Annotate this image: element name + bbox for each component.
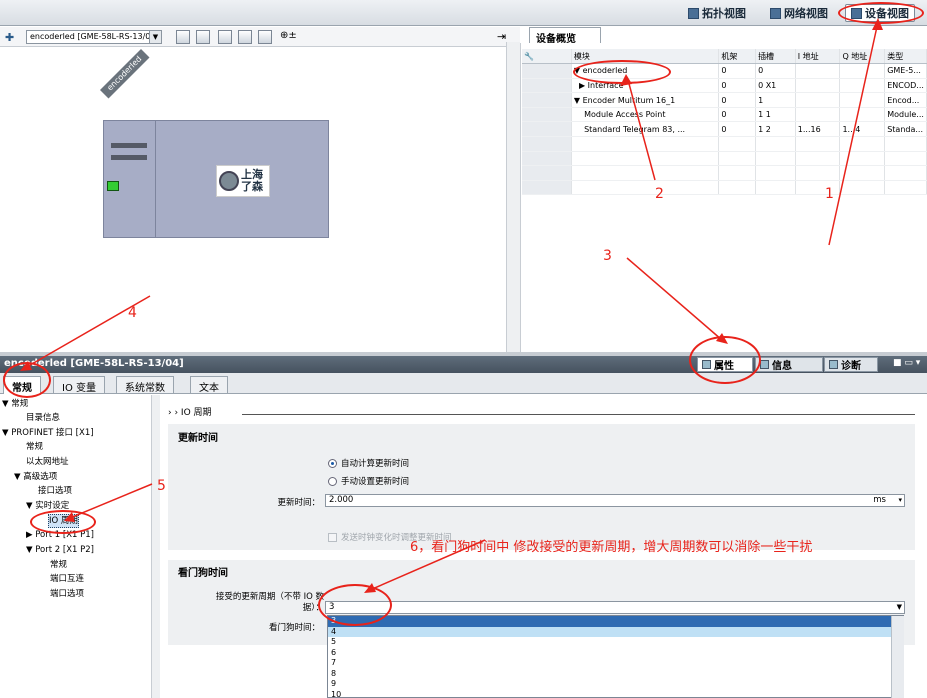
update-time-header: 更新时间 [178, 433, 218, 444]
tab-diagnostics[interactable]: 诊断 [824, 357, 878, 372]
tab-network-view[interactable]: 网络视图 [765, 4, 833, 22]
toolbar-button-2[interactable] [196, 30, 210, 44]
annotation-1: 1 [825, 186, 834, 202]
nav-scrollbar[interactable] [152, 395, 160, 698]
nav-item-port-interconnect[interactable]: 端口互连 [50, 573, 84, 585]
nav-item-ethernet[interactable]: 以太网地址 [26, 456, 69, 468]
module-divider [155, 121, 156, 237]
filter-icon[interactable]: 🔧 [522, 49, 572, 65]
logo-emblem-icon [219, 171, 239, 191]
table-row[interactable]: ▶ Interface 0 0 X1 ENCOD... [522, 78, 927, 94]
radio-manual-update[interactable]: 手动设置更新时间 [328, 475, 409, 487]
info-icon [760, 360, 769, 369]
watchdog-header: 看门狗时间 [178, 568, 228, 579]
toolbar-button-1[interactable] [176, 30, 190, 44]
vendor-logo: 上海 了森 [216, 165, 270, 197]
cycles-dropdown-list[interactable]: 3 4 5 6 7 8 9 10 [327, 615, 904, 698]
update-time-field[interactable]: 2.000 ms ▾ [325, 494, 905, 507]
dropdown-option[interactable]: 6 [328, 648, 903, 659]
col-rack[interactable]: 机架 [718, 49, 757, 65]
led-bar [111, 155, 147, 160]
table-header-row: 🔧 模块 机架 插槽 I 地址 Q 地址 类型 [522, 49, 927, 65]
accepted-cycles-select[interactable]: 3 ▼ [325, 601, 905, 614]
dropdown-option[interactable]: 9 [328, 679, 903, 690]
chevron-down-icon[interactable]: ▼ [149, 31, 161, 43]
col-type[interactable]: 类型 [884, 49, 927, 65]
update-time-section [168, 424, 915, 550]
toolbar-button-5[interactable] [258, 30, 272, 44]
dropdown-option[interactable]: 7 [328, 658, 903, 669]
annotation-3: 3 [603, 248, 612, 264]
dropdown-option[interactable]: 10 [328, 690, 903, 698]
property-nav-tree: ▼ 常规 目录信息 ▼ PROFINET 接口 [X1] 常规 以太网地址 ▼ … [0, 395, 152, 698]
col-i-address[interactable]: I 地址 [795, 49, 841, 65]
nav-item-port-options[interactable]: 端口选项 [50, 588, 84, 600]
topology-icon [688, 7, 699, 19]
update-time-label: 更新时间： [277, 498, 320, 508]
col-slot[interactable]: 插槽 [755, 49, 796, 65]
highlight-ellipse [3, 362, 51, 398]
ethernet-port-icon[interactable] [107, 181, 119, 191]
watchdog-time-label: 看门狗时间： [268, 623, 320, 633]
dropdown-option[interactable]: 8 [328, 669, 903, 680]
tab-topology-view[interactable]: 拓扑视图 [683, 4, 751, 22]
dropdown-option[interactable]: 5 [328, 637, 903, 648]
tab-texts[interactable]: 文本 [190, 376, 228, 394]
checkbox-icon[interactable] [328, 532, 337, 542]
device-select[interactable]: encoderled [GME-58L-RS-13/0 ▼ [26, 30, 162, 44]
radio-unselected-icon[interactable] [328, 476, 337, 486]
table-row[interactable]: Module Access Point 0 1 1 Module... [522, 107, 927, 123]
tab-info[interactable]: 信息 [755, 357, 823, 372]
tab-system-constants[interactable]: 系统常数 [116, 376, 174, 394]
highlight-ellipse [689, 336, 761, 384]
toolbar-button-4[interactable] [238, 30, 252, 44]
nav-item-advanced[interactable]: ▼ 高级选项 [14, 471, 57, 483]
zoom-icon[interactable]: ⊕± [280, 30, 297, 41]
nav-item-port2[interactable]: ▼ Port 2 [X1 P2] [26, 544, 94, 556]
dropdown-option[interactable]: 4 [328, 626, 903, 637]
nav-item-catalog-info[interactable]: 目录信息 [26, 412, 60, 424]
device-tree-icon[interactable]: ✚ [5, 31, 14, 44]
tab-io-tags[interactable]: IO 变量 [53, 376, 105, 394]
annotation-4: 4 [128, 305, 137, 321]
breadcrumb: › › IO 周期 [168, 408, 212, 418]
accepted-cycles-label: 接受的更新周期（不带 IO 数据）： [215, 592, 324, 613]
radio-auto-update[interactable]: 自动计算更新时间 [328, 457, 409, 469]
table-row[interactable]: Standard Telegram 83, ... 0 1 2 1...16 1...4… [522, 121, 927, 138]
annotation-5: 5 [157, 478, 166, 494]
table-row[interactable]: ▼ Encoder Multitum 16_1 0 1 Encod... [522, 92, 927, 108]
nav-item-profinet[interactable]: ▼ PROFINET 接口 [X1] [2, 427, 94, 439]
nav-item-general[interactable]: ▼ 常规 [2, 398, 28, 410]
tab-device-overview[interactable]: 设备概览 [529, 27, 601, 45]
spin-icon[interactable]: ▾ [898, 495, 902, 506]
radio-selected-icon[interactable] [328, 458, 337, 468]
highlight-ellipse [318, 584, 392, 626]
dropdown-option[interactable]: 3 [328, 616, 903, 627]
window-controls-icon[interactable]: ■ ▭ ▾ [893, 358, 920, 368]
led-bar [111, 143, 147, 148]
annotation-6: 6，看门狗时间中 修改接受的更新周期，增大周期数可以消除一些干扰 [410, 540, 813, 555]
divider [242, 414, 915, 415]
nav-item-port2-general[interactable]: 常规 [50, 559, 67, 571]
toolbar-button-3[interactable] [218, 30, 232, 44]
unit-label: ms [873, 495, 886, 505]
annotation-2: 2 [655, 186, 664, 202]
highlight-ellipse [573, 60, 671, 84]
canvas-scrollbar[interactable] [506, 42, 520, 352]
network-icon [770, 7, 781, 19]
diagnostics-icon [829, 360, 838, 369]
chevron-down-icon[interactable]: ▼ [897, 602, 902, 613]
highlight-ellipse [30, 510, 96, 534]
nav-item-interface-options[interactable]: 接口选项 [38, 485, 72, 497]
highlight-ellipse [838, 2, 924, 24]
panel-toggle-icon[interactable]: ⇥ [497, 30, 506, 43]
nav-item-general-2[interactable]: 常规 [26, 441, 43, 453]
dropdown-scrollbar[interactable] [891, 616, 904, 698]
col-q-address[interactable]: Q 地址 [839, 49, 886, 65]
